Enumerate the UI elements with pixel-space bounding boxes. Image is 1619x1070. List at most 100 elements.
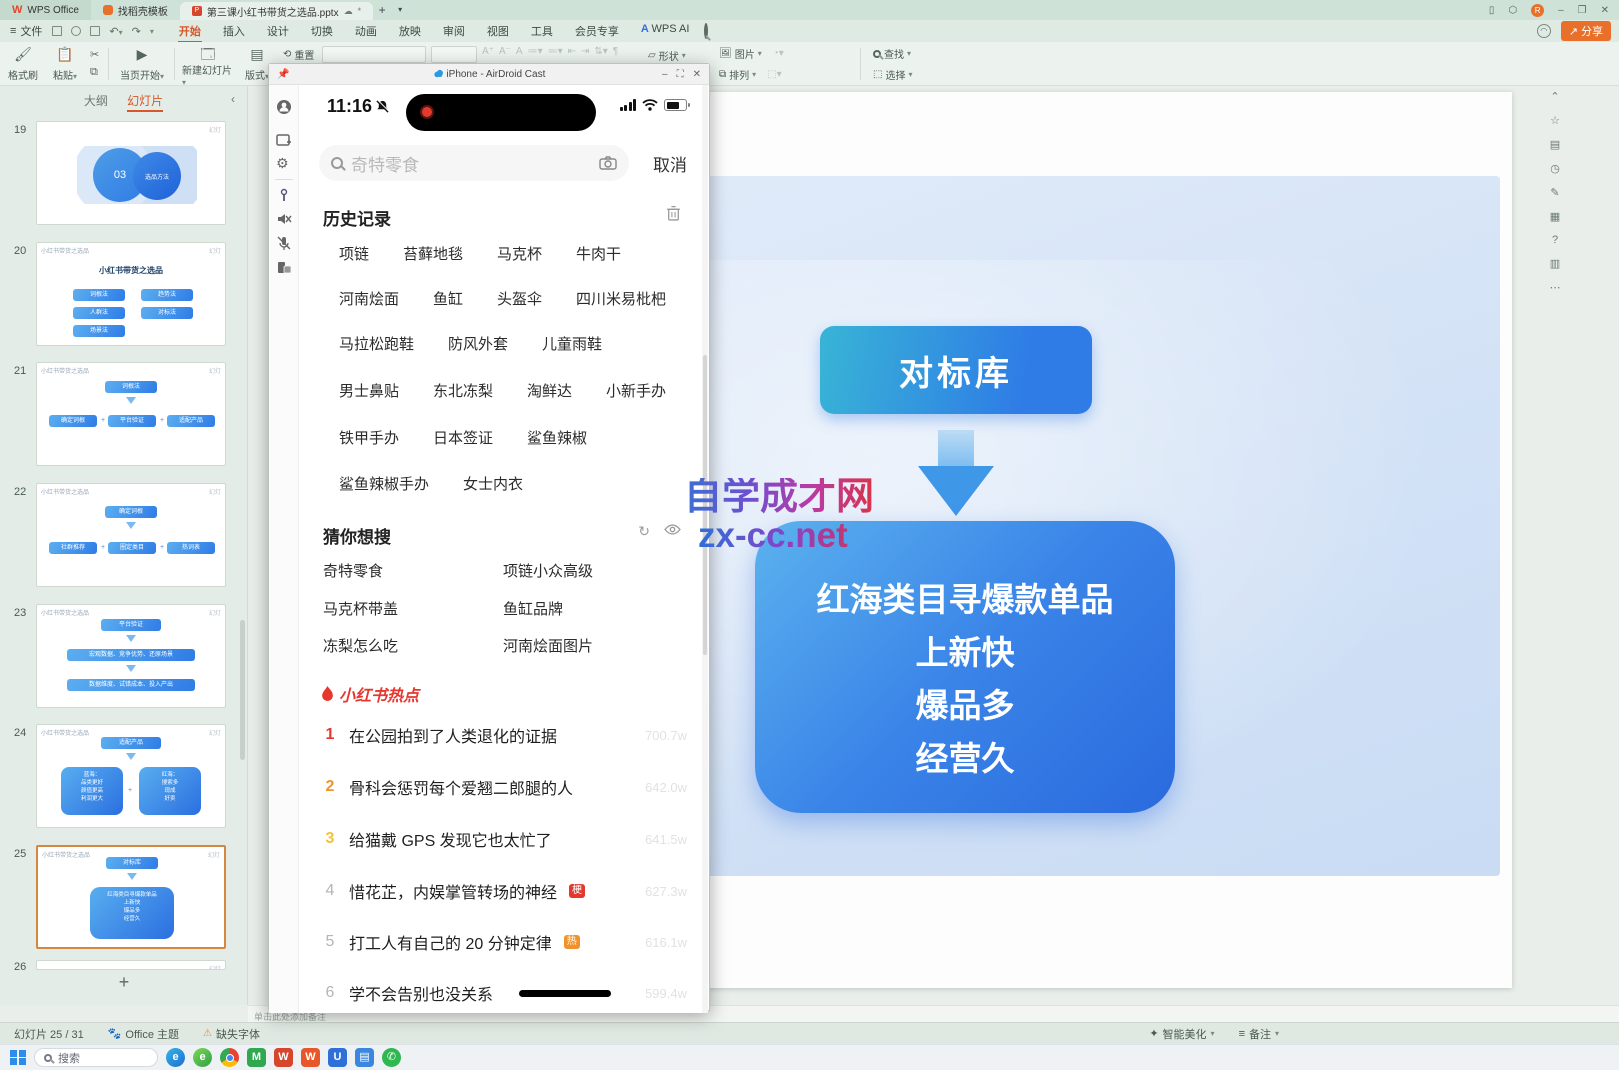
star-icon[interactable]: ☆ [1550,114,1560,127]
select-button[interactable]: ⬚选择▾ [870,65,915,84]
taskbar-chrome-icon[interactable] [220,1048,239,1067]
taskbar-edge-icon[interactable]: e [166,1048,185,1067]
slide-thumbnail-20[interactable]: 小红书带货之选品 幻灯 小红书带货之选品 词根法 趋势法 人群法 对标法 场景法 [36,242,226,346]
slide-thumbnail-26[interactable]: 幻灯 [36,960,226,970]
theme-skin-icon[interactable]: ◠ [1537,24,1551,38]
ribbon-search-icon[interactable] [704,25,708,37]
cast-fullscreen-button[interactable]: ⛶ [677,69,684,80]
panel-collapse-button[interactable]: ‹ [231,92,235,106]
cut-icon[interactable]: ✂ [90,48,99,63]
slide-thumbnail-21[interactable]: 小红书带货之选品 幻灯 词根法 确定词根 + 平台验证 + 适配产品 [36,362,226,466]
history-tag[interactable]: 河南烩面 [339,288,399,309]
user-avatar[interactable]: R [1531,4,1544,17]
reset-button[interactable]: ⟲重置 [280,45,317,64]
trash-icon[interactable] [666,205,681,221]
hot-list-item[interactable]: 3 给猫戴 GPS 发现它也太忙了 641.5w [323,827,687,851]
new-slide-plus-button[interactable]: + [0,972,248,993]
slide-thumbnail-22[interactable]: 小红书带货之选品 幻灯 确定词根 社群推荐 + 圈定类目 + 热词表 [36,483,226,587]
taskbar-notes-icon[interactable]: M [247,1048,266,1067]
history-tag[interactable]: 东北冻梨 [433,380,493,401]
cast-titlebar[interactable]: 📌 iPhone - AirDroid Cast – ⛶ ✕ [269,64,709,85]
windows-start-button[interactable] [10,1050,26,1066]
tab-outline[interactable]: 大纲 [84,94,108,108]
taskbar-u-app-icon[interactable]: U [328,1048,347,1067]
search-bar[interactable]: 奇特零食 [319,145,629,181]
new-window-icon[interactable] [276,133,292,149]
quickbar-more-icon[interactable]: ▾ [150,27,154,36]
save-icon[interactable] [52,26,62,36]
file-menu[interactable]: ≡ 文件 [0,23,52,39]
history-tag[interactable]: 项链 [339,243,369,264]
hot-list-item[interactable]: 5 打工人有自己的 20 分钟定律 热 616.1w [323,930,687,954]
history-tag[interactable]: 四川米易枇杷 [576,288,666,309]
format-painter-button[interactable]: 🖌 格式刷 [6,44,40,84]
account-icon[interactable] [276,99,292,115]
tab-home[interactable]: 开始 [170,21,210,41]
edit-icon[interactable]: ✎ [1550,186,1559,199]
history-tag[interactable]: 头盔伞 [497,288,542,309]
eye-icon[interactable] [664,523,681,536]
refresh-icon[interactable]: ↻ [638,523,650,540]
tab-slideshow[interactable]: 放映 [390,21,430,41]
notes-toggle-button[interactable]: ≡备注▾ [1239,1026,1279,1042]
device-sync-icon[interactable]: ▯ [1489,5,1495,16]
clock-history-icon[interactable]: ◷ [1550,162,1560,175]
tab-transition[interactable]: 切换 [302,21,342,41]
history-tag[interactable]: 日本签证 [433,427,493,448]
copy-icon[interactable]: ⧉ [90,65,99,80]
taskbar-phone-icon[interactable]: ✆ [382,1048,401,1067]
camera-icon[interactable] [599,156,617,170]
play-from-current-button[interactable]: ▶ 当页开始▾ [116,44,168,84]
tab-design[interactable]: 设计 [258,21,298,41]
history-tag[interactable]: 马拉松跑鞋 [339,333,414,354]
history-tag[interactable]: 苔藓地毯 [403,243,463,264]
history-tag[interactable]: 马克杯 [497,243,542,264]
slide-thumbnail-25-selected[interactable]: 小红书带货之选品 幻灯 对标库 红海类目寻爆款单品上新快爆品多经营久 [36,845,226,949]
new-tab-button[interactable]: + [373,0,391,20]
grid-icon[interactable]: ▦ [1550,210,1560,223]
hot-list-item[interactable]: 1 在公园拍到了人类退化的证据 700.7w [323,723,687,747]
tab-docer[interactable]: 找稻壳模板 [91,0,180,20]
paste-button[interactable]: 📋 粘贴▾ [48,44,82,84]
guess-item[interactable]: 奇特零食 [323,560,503,581]
search-input[interactable]: 奇特零食 [351,151,591,176]
history-tag[interactable]: 鱼缸 [433,288,463,309]
share-button[interactable]: ↗ 分享 [1561,21,1611,41]
touch-pointer-icon[interactable] [276,187,292,203]
more-panel-icon[interactable]: ⋯ [1550,281,1561,294]
airdroid-cast-window[interactable]: 📌 iPhone - AirDroid Cast – ⛶ ✕ ⚙ 11:16 [268,63,710,1012]
close-button[interactable]: ✕ [1601,5,1609,16]
beautify-button[interactable]: ✦智能美化▾ [1149,1026,1214,1042]
tab-slides[interactable]: 幻灯片 [127,94,163,112]
arrange-button[interactable]: ⧉排列▾⬚▾ [716,65,787,84]
history-tag[interactable]: 鲨鱼辣椒 [527,427,587,448]
tab-wps-office[interactable]: W WPS Office [0,0,91,20]
slide-thumbnail-23[interactable]: 小红书带货之选品 幻灯 平台验证 宏观数据、竞争优势、还原场景 数据维度、试错成… [36,604,226,708]
tab-wps-ai[interactable]: A WPS AI [632,21,699,41]
history-tag[interactable]: 儿童雨鞋 [542,333,602,354]
taskbar-word-icon[interactable]: W [301,1048,320,1067]
guess-item[interactable]: 马克杯带盖 [323,598,503,619]
slide-thumbnail-19[interactable]: 幻灯 03 选品方法 [36,121,226,225]
history-tag[interactable]: 男士鼻贴 [339,380,399,401]
slide-pill-duibiaoku[interactable]: 对标库 [820,326,1092,414]
guess-item[interactable]: 河南烩面图片 [503,635,683,656]
tab-member[interactable]: 会员专享 [566,21,628,41]
pin-icon[interactable]: 📌 [269,69,289,80]
cancel-button[interactable]: 取消 [653,151,687,176]
settings-gear-icon[interactable]: ⚙ [276,155,292,171]
cast-close-button[interactable]: ✕ [693,69,701,80]
print-icon[interactable] [90,26,100,36]
history-tag[interactable]: 淘鲜达 [527,380,572,401]
hot-list-item[interactable]: 2 骨科会惩罚每个爱翘二郎腿的人 642.0w [323,775,687,799]
taskbar-wps-icon[interactable]: W [274,1048,293,1067]
scroll-up-icon[interactable]: ⌃ [1550,90,1559,103]
taskbar-search-box[interactable]: 搜索 [34,1048,158,1067]
tab-document[interactable]: P 第三课小红书带货之选品.pptx ☁ * [180,2,373,20]
tab-tools[interactable]: 工具 [522,21,562,41]
history-tag[interactable]: 牛肉干 [576,243,621,264]
tab-animation[interactable]: 动画 [346,21,386,41]
guess-item[interactable]: 项链小众高级 [503,560,683,581]
speaker-muted-icon[interactable] [276,211,292,227]
slide-thumbnail-24[interactable]: 小红书带货之选品 幻灯 适配产品 蓝海：品类更好颜值更高利润更大 + 红海：搜索… [36,724,226,828]
